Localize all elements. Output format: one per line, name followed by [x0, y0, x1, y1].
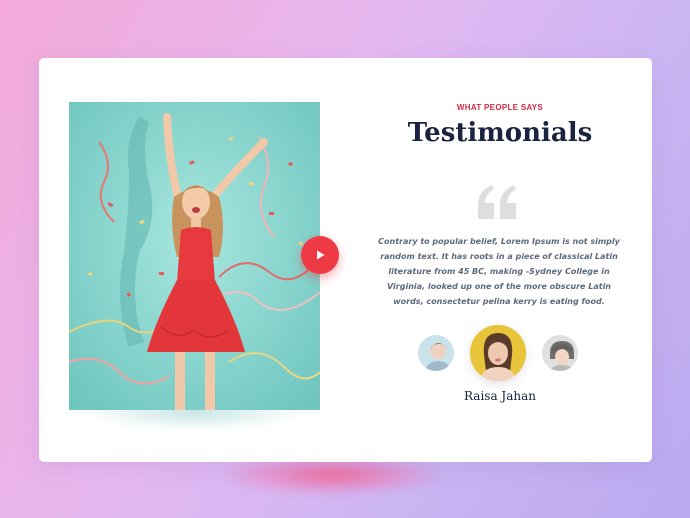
author-name: Raisa Jahan — [463, 389, 536, 403]
section-eyebrow: WHAT PEOPLE SAYS — [456, 103, 544, 112]
testimonial-text: Contrary to popular belief, Lorem Ipsum … — [378, 237, 620, 306]
play-icon — [317, 250, 325, 260]
testimonial-photo — [69, 102, 320, 410]
avatar-active[interactable] — [470, 325, 526, 381]
avatar-thumbnail-left[interactable] — [416, 333, 456, 373]
section-title: Testimonials — [407, 118, 593, 148]
avatar-thumbnail-right[interactable] — [540, 333, 580, 373]
play-video-button[interactable] — [301, 236, 339, 274]
quote-icon — [478, 185, 516, 219]
woman-celebrating-illustration — [69, 102, 320, 410]
person-avatar-icon — [470, 325, 526, 381]
